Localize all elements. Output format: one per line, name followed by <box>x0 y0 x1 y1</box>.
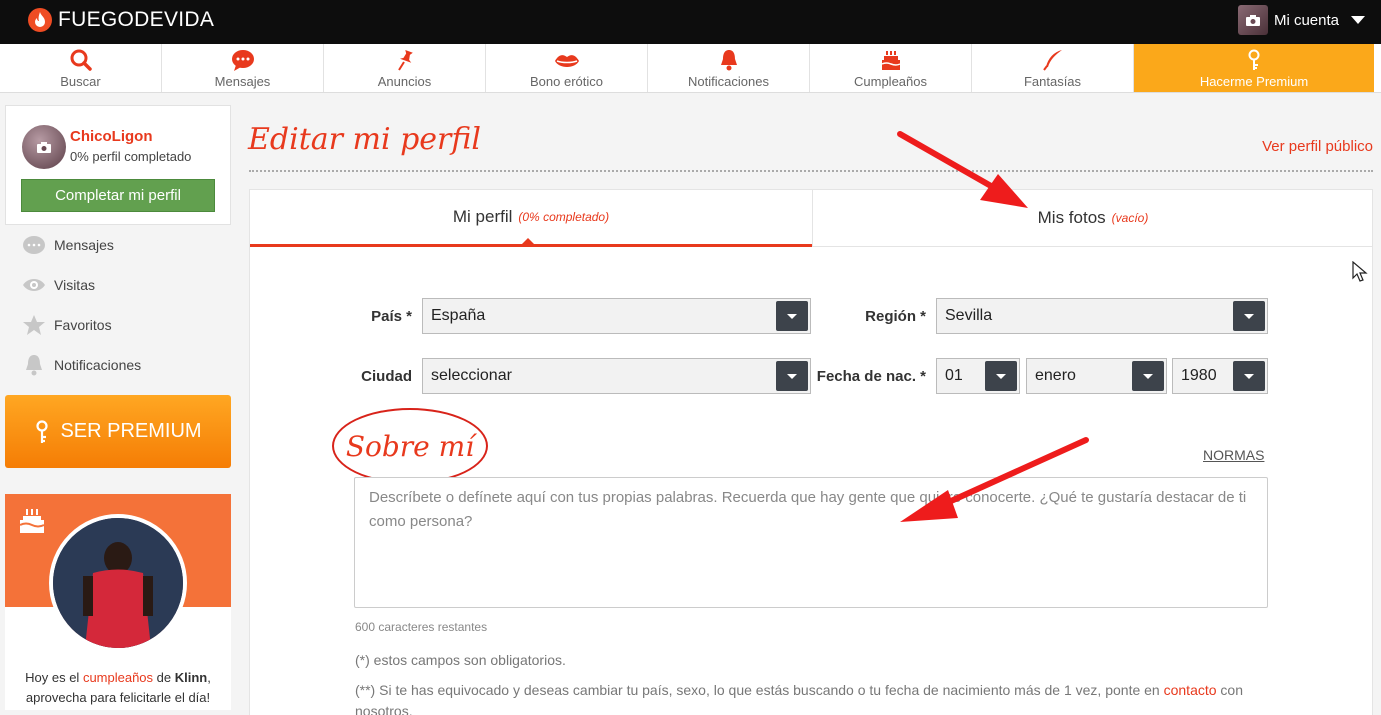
chat-bubble-icon <box>231 50 254 71</box>
rules-link[interactable]: NORMAS <box>1203 447 1264 463</box>
nav-label: Fantasías <box>1023 74 1082 89</box>
view-public-profile-link[interactable]: Ver perfil público <box>1262 138 1373 155</box>
logo-text: FUEGODEVIDA <box>58 8 215 31</box>
birth-day-select[interactable]: 01 <box>936 358 1020 394</box>
key-icon <box>1248 49 1260 70</box>
tab-label: Mi perfil <box>452 207 513 226</box>
nav-notificaciones[interactable]: Notificaciones <box>648 44 810 92</box>
chars-remaining: 600 caracteres restantes <box>355 620 488 634</box>
region-select[interactable]: Sevilla <box>936 298 1268 334</box>
key-icon <box>36 419 49 443</box>
country-select[interactable]: España <box>422 298 811 334</box>
tab-mis-fotos[interactable]: Mis fotos (vacío) <box>812 190 1373 247</box>
nav-cumpleanos[interactable]: Cumpleaños <box>810 44 972 92</box>
chevron-down-icon <box>1233 301 1265 331</box>
nav-label: Hacerme Premium <box>1199 74 1309 89</box>
sidebar-item-mensajes[interactable]: Mensajes <box>5 225 231 265</box>
birthday-link[interactable]: cumpleaños <box>83 670 153 685</box>
active-tab-indicator <box>520 238 536 246</box>
chevron-down-icon <box>776 301 808 331</box>
search-icon <box>70 49 92 71</box>
birthday-message: Hoy es el cumpleaños de Klinn, aprovecha… <box>25 670 211 705</box>
chevron-down-icon <box>985 361 1017 391</box>
birthday-username[interactable]: Klinn <box>175 670 208 685</box>
birth-month-select[interactable]: enero <box>1026 358 1167 394</box>
account-label: Mi cuenta <box>1273 11 1339 29</box>
birthday-user-photo[interactable] <box>49 514 187 652</box>
bell-icon <box>26 355 42 376</box>
required-note: (*) estos campos son obligatorios. <box>355 652 566 668</box>
chevron-down-icon <box>776 361 808 391</box>
region-label: Región * <box>865 308 926 325</box>
sidebar-item-notificaciones[interactable]: Notificaciones <box>5 345 231 385</box>
cake-icon <box>881 51 900 70</box>
chevron-down-icon <box>1132 361 1164 391</box>
title-divider <box>249 170 1373 172</box>
change-note: (**) Si te has equivocado y deseas cambi… <box>355 682 1244 715</box>
sidebar-item-label: Notificaciones <box>54 357 142 373</box>
account-menu[interactable]: Mi cuenta <box>1237 5 1365 35</box>
chevron-down-icon <box>1351 16 1365 24</box>
sidebar-item-label: Favoritos <box>54 317 112 333</box>
user-card: ChicoLigon 0% perfil completado Completa… <box>5 105 231 225</box>
avatar[interactable] <box>22 125 66 169</box>
nav-label: Bono erótico <box>530 74 603 89</box>
lips-icon <box>554 55 579 67</box>
sidebar-item-label: Visitas <box>54 277 95 293</box>
tab-status: (0% completado) <box>518 210 610 224</box>
side-menu: Mensajes Visitas Favoritos Notificacione… <box>5 225 231 385</box>
premium-button[interactable]: SER PREMIUM <box>5 395 231 468</box>
nav-label: Cumpleaños <box>854 74 927 89</box>
username[interactable]: ChicoLigon <box>70 128 153 145</box>
bell-icon <box>720 50 737 71</box>
feather-icon <box>1042 50 1062 71</box>
sidebar: ChicoLigon 0% perfil completado Completa… <box>5 105 231 715</box>
nav-mensajes[interactable]: Mensajes <box>162 44 324 92</box>
tab-status: (vacío) <box>1111 211 1149 225</box>
flame-icon <box>28 8 52 32</box>
main-nav: Buscar Mensajes Anuncios Bono erótico No… <box>0 44 1381 93</box>
contact-link[interactable]: contacto <box>1164 682 1217 698</box>
tab-label: Mis fotos <box>1037 208 1106 227</box>
complete-profile-button[interactable]: Completar mi perfil <box>21 179 215 212</box>
city-select[interactable]: seleccionar <box>422 358 811 394</box>
sidebar-item-label: Mensajes <box>54 237 114 253</box>
nav-label: Buscar <box>60 74 101 89</box>
page-title: Editar mi perfil <box>248 122 481 157</box>
site-logo[interactable]: FUEGODEVIDA <box>28 8 214 32</box>
nav-fantasias[interactable]: Fantasías <box>972 44 1134 92</box>
nav-bono[interactable]: Bono erótico <box>486 44 648 92</box>
birth-year-select[interactable]: 1980 <box>1172 358 1268 394</box>
nav-label: Mensajes <box>214 74 271 89</box>
pin-icon <box>397 49 413 71</box>
nav-label: Anuncios <box>377 74 432 89</box>
chevron-down-icon <box>1233 361 1265 391</box>
sidebar-item-favoritos[interactable]: Favoritos <box>5 305 231 345</box>
nav-buscar[interactable]: Buscar <box>0 44 162 92</box>
chat-icon <box>23 236 45 254</box>
camera-icon <box>37 141 51 153</box>
nav-anuncios[interactable]: Anuncios <box>324 44 486 92</box>
nav-label: Notificaciones <box>688 74 769 89</box>
birthday-card: Hoy es el cumpleaños de Klinn, aprovecha… <box>5 494 231 710</box>
sidebar-item-visitas[interactable]: Visitas <box>5 265 231 305</box>
mouse-cursor-icon <box>1352 261 1368 282</box>
profile-status: 0% perfil completado <box>70 149 192 164</box>
nav-premium[interactable]: Hacerme Premium <box>1134 44 1374 92</box>
about-me-textarea[interactable]: Descríbete o defínete aquí con tus propi… <box>354 477 1268 608</box>
avatar <box>1237 5 1268 35</box>
birthdate-label: Fecha de nac. * <box>816 368 926 385</box>
premium-label: SER PREMIUM <box>60 420 202 442</box>
country-label: País * <box>371 308 412 325</box>
top-bar: FUEGODEVIDA Mi cuenta <box>0 0 1381 44</box>
city-label: Ciudad <box>361 368 412 385</box>
star-icon <box>23 315 45 335</box>
eye-icon <box>23 279 45 291</box>
cake-icon <box>19 509 45 533</box>
about-me-heading: Sobre mí <box>332 408 488 484</box>
